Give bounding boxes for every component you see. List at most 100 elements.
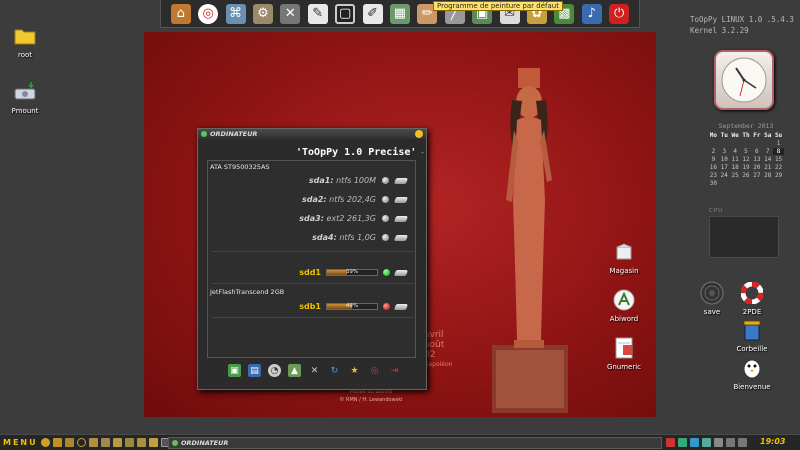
drive-icon[interactable] [393, 269, 409, 276]
calendar-day: 29 [774, 172, 783, 179]
wallpaper-caption-2: © RMN / H. Lewandowski [339, 397, 403, 403]
desktop-icon-pmount-label: Pmount [11, 107, 39, 115]
tray-icon-6[interactable] [726, 438, 735, 447]
partition-name: sdd1 [299, 268, 321, 277]
volume-icon[interactable] [714, 438, 723, 447]
calendar-day: 10 [720, 156, 728, 163]
lifebuoy-icon[interactable]: ◎ [198, 3, 219, 24]
edit-icon[interactable] [112, 438, 122, 447]
home-icon[interactable]: ⌂ [170, 3, 191, 24]
partition-row-sdd1[interactable]: sdd1 39% [299, 268, 409, 277]
red-tray-icon[interactable] [666, 438, 675, 447]
wallpaper-date-3: 02 [424, 350, 436, 360]
clock-face-icon [721, 57, 767, 103]
drive-icon[interactable] [393, 303, 409, 310]
exit-icon[interactable]: ⇥ [388, 364, 401, 377]
dock-tooltip: Programme de peinture par défaut [433, 1, 563, 11]
display-tray-icon[interactable] [690, 438, 699, 447]
terminal-icon[interactable]: ▤ [248, 364, 261, 377]
desktop-icon-corbeille[interactable]: Corbeille [727, 318, 777, 353]
wallpaper-date-4: Napoléon [424, 361, 453, 368]
window-titlebar[interactable]: ORDINATEUR [198, 129, 426, 139]
clock-widget [714, 50, 774, 110]
calendar-day: 28 [764, 172, 772, 179]
editor-icon[interactable]: ✎ [307, 3, 328, 24]
settings-icon[interactable]: ⚙ [252, 3, 273, 24]
task-button-ordinateur[interactable]: ORDINATEUR [168, 437, 662, 449]
tools-icon[interactable]: ✕ [280, 3, 301, 24]
gear-icon[interactable] [40, 438, 50, 447]
calendar-day: 25 [731, 172, 739, 179]
wallpaper-date-1: avril [424, 330, 444, 340]
network-icon[interactable]: ⌘ [225, 3, 246, 24]
calendar-day [741, 180, 752, 187]
network-icon[interactable] [678, 438, 687, 447]
calendar-day: 4 [733, 148, 737, 155]
power-tray-icon[interactable] [702, 438, 711, 447]
partition-name: sda2: [301, 195, 327, 204]
chart-icon[interactable]: ◔ [268, 364, 281, 377]
partition-row-sda1[interactable]: sda1: ntfs 100M [309, 176, 409, 185]
calendar-day [773, 180, 784, 187]
lifebuoy-icon[interactable]: ◎ [368, 364, 381, 377]
wallpaper-caption: Musée du Louvre © RMN / H. Lewandowski [316, 388, 426, 404]
image-viewer-icon[interactable]: ▣ [228, 364, 241, 377]
notes-icon[interactable]: ✐ [362, 3, 383, 24]
partition-row-sda4[interactable]: sda4: ntfs 1,0G [312, 233, 409, 242]
landscape-icon[interactable]: ▲ [288, 364, 301, 377]
tools-icon[interactable]: ✕ [308, 364, 321, 377]
terminal-icon[interactable]: ▢ [335, 3, 356, 24]
calculator-icon[interactable] [148, 438, 158, 447]
calendar-day: 1 [776, 140, 781, 147]
calendar-grid: Mo Tu We Th Fr Sa Su 1 2 3 4 5 6 7 8 9 10 11 12 13 14 15 16 17 1… [708, 132, 784, 187]
tray-icon-7[interactable] [738, 438, 747, 447]
drive-icon[interactable] [393, 215, 409, 222]
desktop-icon-abiword-label: Abiword [609, 315, 639, 323]
menu-button[interactable]: MENU [3, 438, 38, 447]
usage-percent: 49% [345, 303, 359, 309]
desktop-icon-bienvenue-label: Bienvenue [733, 383, 771, 391]
partition-row-sda3[interactable]: sda3: ext2 261,3G [299, 214, 409, 223]
drive-mount-icon [13, 80, 37, 104]
partition-row-sdb1[interactable]: sdb1 49% [299, 302, 409, 311]
desktop-icon-magasin[interactable]: Magasin [599, 240, 649, 275]
partition-name: sdb1 [299, 302, 321, 311]
star-icon[interactable]: ★ [348, 364, 361, 377]
partition-label: sda4: ntfs 1,0G [312, 233, 376, 242]
mail-icon[interactable] [124, 438, 134, 447]
partition-row-sda2[interactable]: sda2: ntfs 202,4G [301, 195, 409, 204]
search-icon[interactable] [76, 438, 86, 447]
partition-label: sda1: ntfs 100M [309, 176, 376, 185]
refresh-icon[interactable]: ↻ [328, 364, 341, 377]
desktop-icon-abiword[interactable]: Abiword [599, 288, 649, 323]
desktop-icon-pmount[interactable]: Pmount [0, 80, 50, 115]
calendar-day [730, 180, 741, 187]
calendar-day: 22 [774, 164, 783, 171]
desktop-icon-root[interactable]: root [0, 24, 50, 59]
system-info-kernel: Kernel 3.2.29 [690, 26, 749, 35]
drive-icon[interactable] [393, 196, 409, 203]
partition-info: ntfs 100M [336, 176, 376, 185]
calculator-icon[interactable]: ▦ [389, 3, 410, 24]
calendar-day: 23 [709, 172, 718, 179]
desktop-icon-2pde[interactable]: 2PDE [727, 281, 777, 316]
partition-name: sda3: [299, 214, 324, 223]
desktop-icon-bienvenue[interactable]: Bienvenue [727, 356, 777, 391]
window-toolbar: ▣ ▤ ◔ ▲ ✕ ↻ ★ ◎ ⇥ [228, 364, 401, 377]
image-icon[interactable] [64, 438, 74, 447]
audio-icon[interactable]: ♪ [581, 3, 602, 24]
calendar-day [762, 180, 773, 187]
top-dock: ⌂ ◎ ⌘ ⚙ ✕ ✎ ▢ ✐ ▦ ✏ ╱ ▣ ✉ ✿ ▩ ♪ ⏻ [160, 0, 640, 28]
desktop-icon-gnumeric[interactable]: Gnumeric [599, 336, 649, 371]
calendar-day [751, 140, 762, 147]
cloud-icon[interactable] [100, 438, 110, 447]
cpu-label: CPU [709, 208, 724, 214]
calendar-day [741, 140, 752, 147]
calendar-icon[interactable] [136, 438, 146, 447]
drive-icon[interactable] [393, 177, 409, 184]
drive-icon[interactable] [393, 234, 409, 241]
folder-icon[interactable] [52, 438, 62, 447]
window-control-icon[interactable] [415, 130, 423, 138]
tools-icon[interactable] [88, 438, 98, 447]
power-icon[interactable]: ⏻ [609, 3, 630, 24]
